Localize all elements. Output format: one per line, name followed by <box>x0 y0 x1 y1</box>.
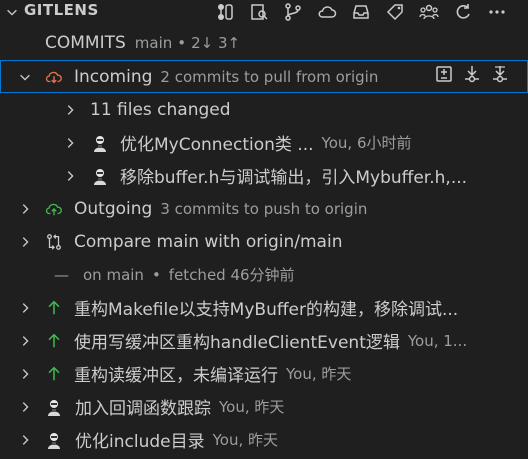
cloud-icon[interactable] <box>316 1 338 23</box>
commits-section-header[interactable]: COMMITS main • 2↓ 3↑ <box>0 28 528 58</box>
chevron-right-icon[interactable] <box>17 399 33 415</box>
commit-meta: You, 昨天 <box>219 398 285 416</box>
chevron-right-icon[interactable] <box>17 366 33 382</box>
compare-node[interactable]: Compare main with origin/main <box>0 225 528 258</box>
arrow-up-icon <box>44 298 64 318</box>
status-bullet: • <box>151 265 161 284</box>
pull-icon[interactable] <box>462 64 482 89</box>
avatar <box>46 398 62 416</box>
avatar <box>92 167 108 185</box>
commit-item[interactable]: 使用写缓冲区重构handleClientEvent逻辑 You, 1... <box>0 324 528 357</box>
files-changed-node[interactable]: 11 files changed <box>0 93 528 126</box>
avatar <box>92 134 108 152</box>
outgoing-label: Outgoing <box>74 198 153 219</box>
branch-status-line: — on main • fetched 46分钟前 <box>0 258 528 291</box>
chevron-right-icon[interactable] <box>62 102 78 118</box>
tag-icon[interactable] <box>384 1 406 23</box>
commit-message: 优化MyConnection类 ... <box>120 135 314 155</box>
sync-status: 2↓ 3↑ <box>191 34 241 52</box>
compare-branches-icon <box>44 232 64 252</box>
commit-message: 移除buffer.h与调试输出，引入Mybuffer.h,... <box>120 168 468 188</box>
inspect-icon[interactable] <box>248 1 270 23</box>
commit-message: 优化include目录 <box>75 432 205 452</box>
incoming-label: Incoming <box>74 66 153 87</box>
more-icon[interactable] <box>486 1 508 23</box>
compare-icon[interactable] <box>434 64 454 89</box>
cloud-download-icon <box>44 67 64 87</box>
chevron-right-icon[interactable] <box>17 234 33 250</box>
incoming-commit-item[interactable]: 移除buffer.h与调试输出，引入Mybuffer.h,... <box>0 159 528 192</box>
commit-message: 重构Makefile以支持MyBuffer的构建，移除调试... <box>74 300 459 320</box>
commit-meta: You, 昨天 <box>212 431 278 449</box>
chevron-right-icon[interactable] <box>17 432 33 448</box>
arrow-up-icon <box>44 331 64 351</box>
incoming-description: 2 commits to pull from origin <box>160 67 379 86</box>
status-dash: — <box>54 265 69 284</box>
chevron-right-icon[interactable] <box>62 135 78 151</box>
outgoing-description: 3 commits to push to origin <box>160 199 368 218</box>
commit-meta: You, 昨天 <box>286 365 352 383</box>
chevron-down-icon[interactable] <box>17 69 33 85</box>
chevron-right-icon[interactable] <box>62 168 78 184</box>
avatar <box>46 431 62 449</box>
commit-meta: You, 6小时前 <box>321 134 412 152</box>
commit-message: 加入回调函数跟踪 <box>75 399 211 419</box>
commit-message: 使用写缓冲区重构handleClientEvent逻辑 <box>74 333 400 353</box>
commit-meta: You, 1... <box>407 331 468 350</box>
incoming-commit-item[interactable]: 优化MyConnection类 ... You, 6小时前 <box>0 126 528 159</box>
panel-title: GITLENS <box>24 1 99 19</box>
inbox-icon[interactable] <box>350 1 372 23</box>
commit-item[interactable]: 重构Makefile以支持MyBuffer的构建，移除调试... <box>0 291 528 324</box>
incoming-node[interactable]: Incoming 2 commits to pull from origin <box>0 60 528 93</box>
incoming-actions <box>434 64 510 89</box>
chevron-right-icon[interactable] <box>17 333 33 349</box>
chevron-right-icon[interactable] <box>17 201 33 217</box>
branches-icon[interactable] <box>282 1 304 23</box>
commits-label: COMMITS <box>45 33 126 53</box>
arrow-up-icon <box>44 364 64 384</box>
commit-item[interactable]: 加入回调函数跟踪 You, 昨天 <box>0 390 528 423</box>
graph-icon[interactable] <box>214 1 236 23</box>
commit-message: 重构读缓冲区，未编译运行 <box>74 366 278 386</box>
chevron-right-icon[interactable] <box>17 300 33 316</box>
refresh-icon[interactable] <box>452 1 474 23</box>
contributors-icon[interactable] <box>418 1 440 23</box>
compare-label: Compare main with origin/main <box>74 231 343 252</box>
outgoing-node[interactable]: Outgoing 3 commits to push to origin <box>0 192 528 225</box>
status-branch: on main <box>83 265 144 284</box>
fetch-icon[interactable] <box>490 64 510 89</box>
commit-item[interactable]: 重构读缓冲区，未编译运行 You, 昨天 <box>0 357 528 390</box>
panel-header: GITLENS <box>0 0 528 24</box>
commit-item[interactable]: 优化include目录 You, 昨天 <box>0 423 528 456</box>
status-fetched: fetched 46分钟前 <box>168 266 295 284</box>
panel-toolbar <box>214 0 508 24</box>
cloud-upload-icon <box>44 199 64 219</box>
branch-name: main <box>134 34 173 52</box>
bullet-separator: • <box>177 34 187 52</box>
chevron-down-icon[interactable] <box>4 4 20 20</box>
files-changed-label: 11 files changed <box>90 99 231 120</box>
